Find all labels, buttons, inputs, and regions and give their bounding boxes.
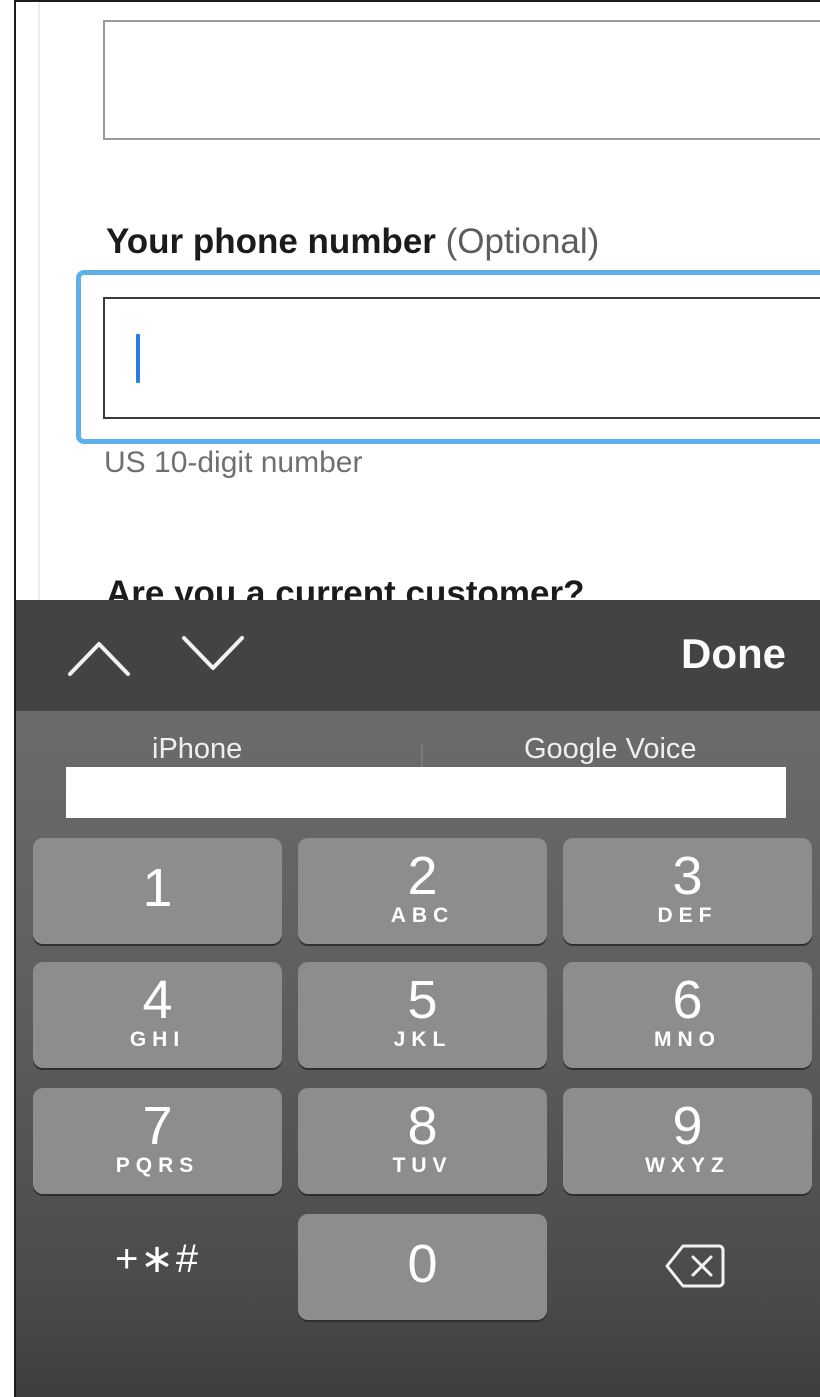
suggestion-divider xyxy=(421,743,423,767)
suggestion-overlay-bar xyxy=(66,767,786,818)
key-digit: 1 xyxy=(142,858,173,918)
previous-text-field[interactable] xyxy=(103,20,820,140)
key-4[interactable]: 4 GHI xyxy=(33,962,282,1068)
key-letters: MNO xyxy=(654,1028,721,1051)
chevron-up-icon xyxy=(68,642,130,676)
key-3[interactable]: 3 DEF xyxy=(563,838,812,944)
key-6[interactable]: 6 MNO xyxy=(563,962,812,1068)
key-7[interactable]: 7 PQRS xyxy=(33,1088,282,1194)
key-digit: 8 xyxy=(407,1096,438,1156)
key-letters: WXYZ xyxy=(645,1154,730,1177)
keyboard-accessory-bar: Done xyxy=(16,600,820,711)
suggestion-google-voice[interactable]: Google Voice xyxy=(524,733,697,766)
key-digit: 3 xyxy=(672,846,703,906)
key-digit: 7 xyxy=(142,1096,173,1156)
suggestion-iphone[interactable]: iPhone xyxy=(152,733,242,766)
delete-key[interactable] xyxy=(563,1214,812,1320)
key-digit: 0 xyxy=(407,1234,438,1294)
text-caret xyxy=(136,334,140,383)
page-frame-top xyxy=(14,0,820,2)
previous-field-button[interactable] xyxy=(64,626,134,686)
chevron-down-icon xyxy=(182,636,244,670)
key-letters: DEF xyxy=(657,904,718,927)
key-0[interactable]: 0 xyxy=(298,1214,547,1320)
key-9[interactable]: 9 WXYZ xyxy=(563,1088,812,1194)
key-letters: TUV xyxy=(392,1154,453,1177)
key-5[interactable]: 5 JKL xyxy=(298,962,547,1068)
key-letters: GHI xyxy=(129,1028,186,1051)
phone-label-text: Your phone number xyxy=(106,222,436,261)
done-button[interactable]: Done xyxy=(681,630,786,678)
key-digit: 4 xyxy=(142,970,173,1030)
phone-number-label: Your phone number (Optional) xyxy=(106,222,599,262)
key-8[interactable]: 8 TUV xyxy=(298,1088,547,1194)
phone-number-input[interactable] xyxy=(103,297,820,419)
key-letters: PQRS xyxy=(115,1154,200,1177)
phone-label-optional: (Optional) xyxy=(445,222,600,261)
key-digit: 5 xyxy=(407,970,438,1030)
next-field-button[interactable] xyxy=(178,626,248,686)
symbols-key[interactable]: +∗# xyxy=(33,1214,282,1320)
key-letters: JKL xyxy=(393,1028,452,1051)
key-digit: 6 xyxy=(672,970,703,1030)
key-2[interactable]: 2 ABC xyxy=(298,838,547,944)
numeric-keypad: iPhone Google Voice 1 2 ABC 3 DEF 4 GHI … xyxy=(16,711,820,1397)
key-digit: 2 xyxy=(407,846,438,906)
backspace-icon xyxy=(665,1244,725,1288)
key-letters: ABC xyxy=(390,904,455,927)
phone-hint: US 10-digit number xyxy=(104,446,363,479)
key-1[interactable]: 1 xyxy=(33,838,282,944)
key-digit: 9 xyxy=(672,1096,703,1156)
content-divider xyxy=(38,2,40,602)
